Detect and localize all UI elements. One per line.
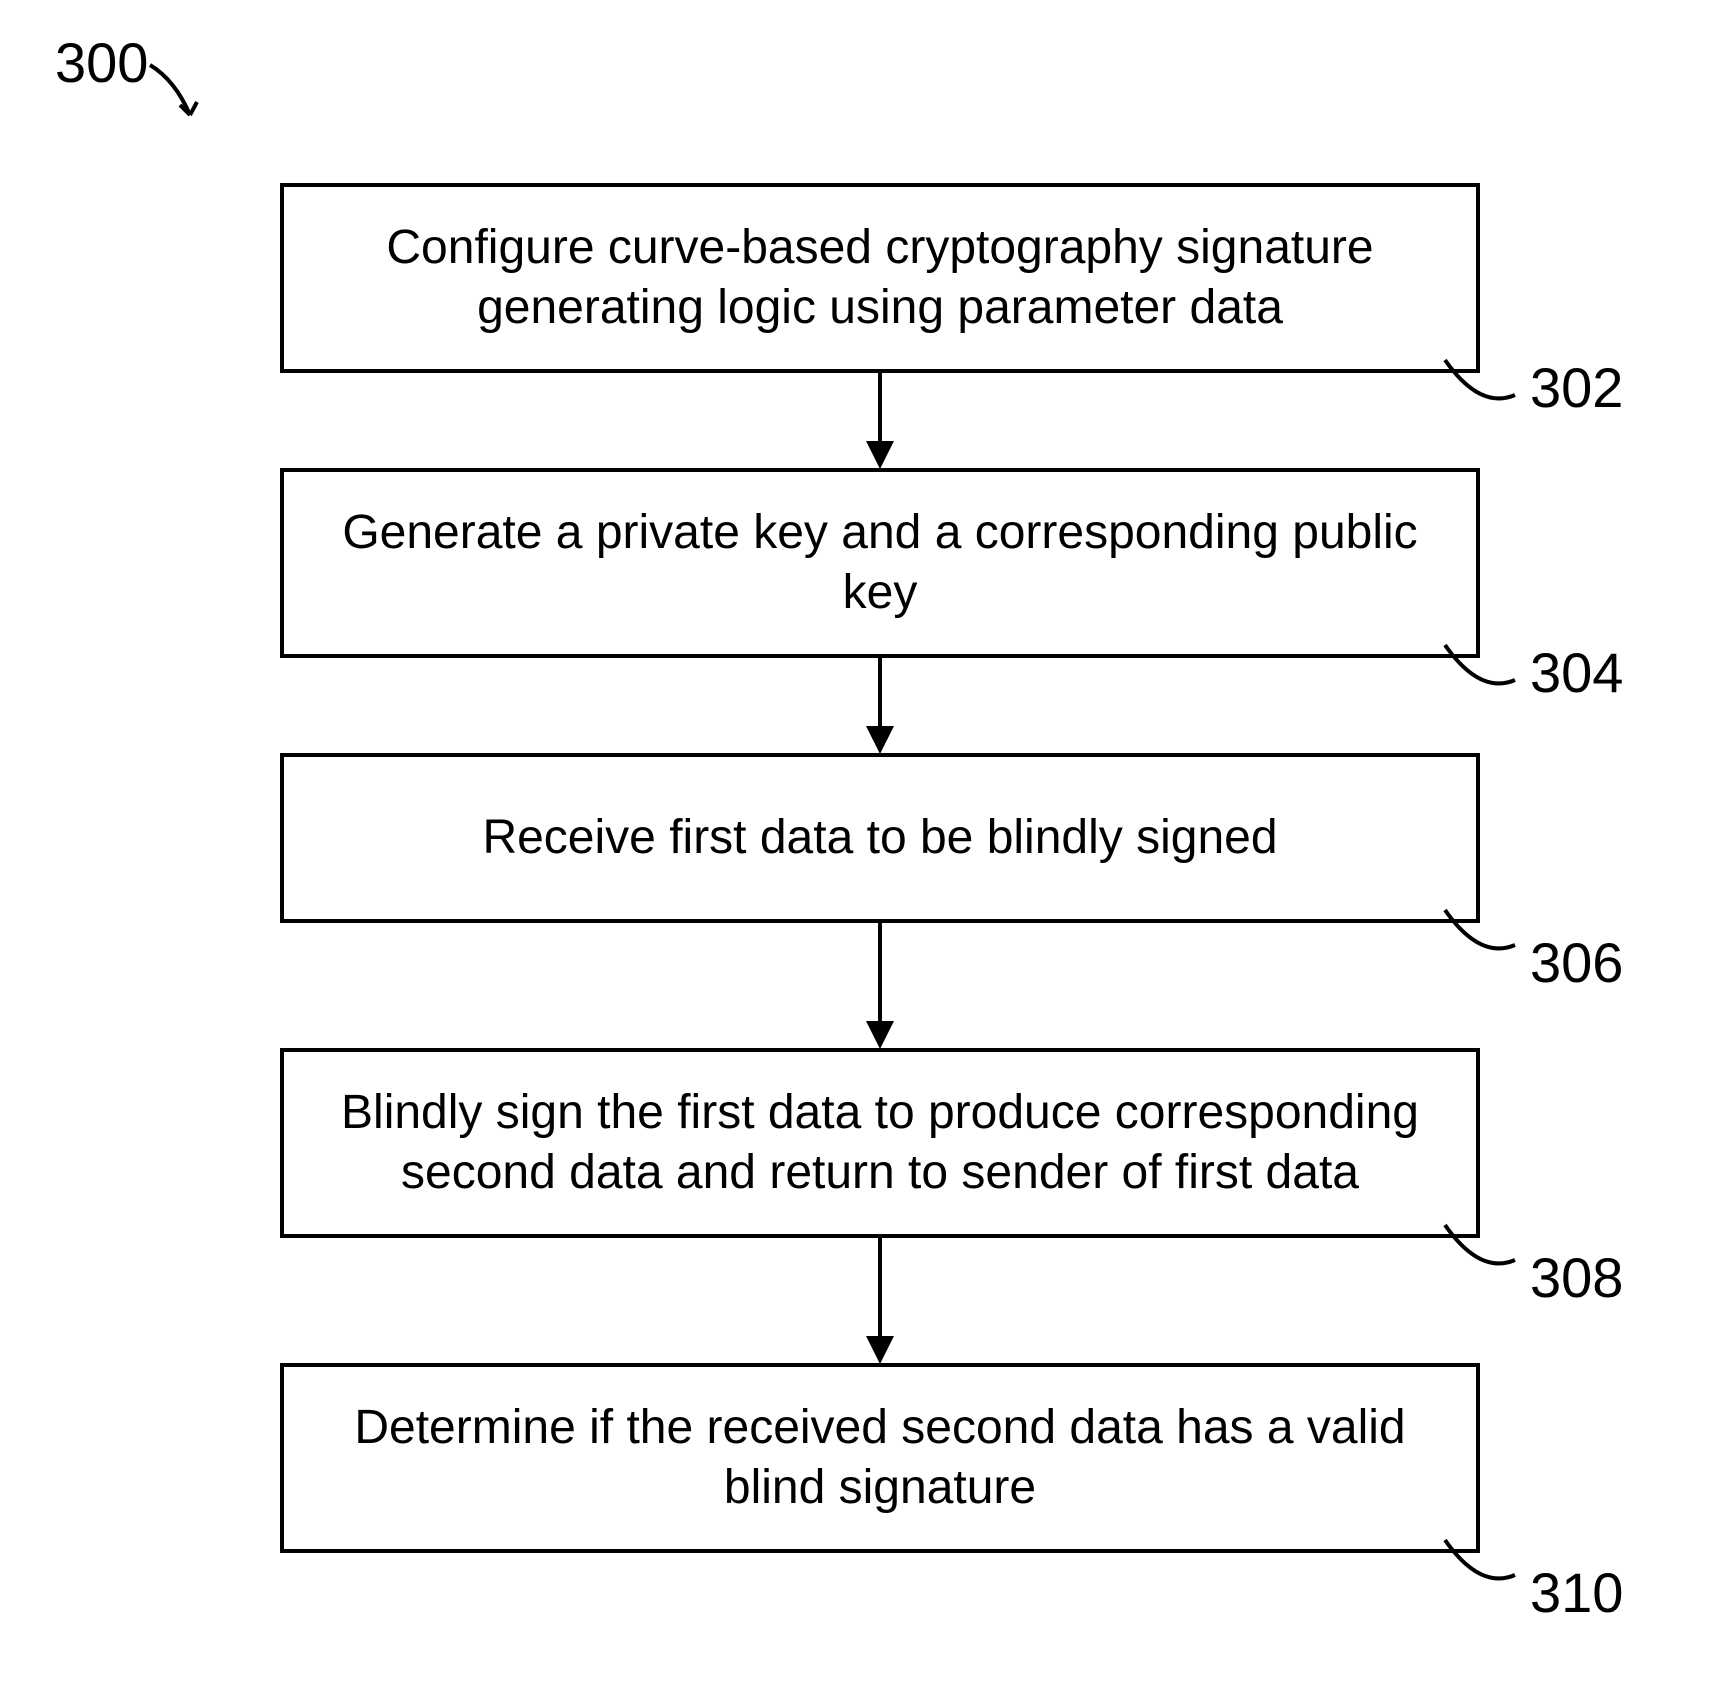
arrow-head-icon xyxy=(866,726,894,754)
flow-step-text: Determine if the received second data ha… xyxy=(324,1398,1436,1518)
flow-step-configure: Configure curve-based cryptography signa… xyxy=(280,183,1480,373)
callout-curve-icon xyxy=(1440,355,1520,415)
callout-curve-icon xyxy=(1440,1535,1520,1595)
flow-step-receive-data: Receive first data to be blindly signed xyxy=(280,753,1480,923)
reference-arrow-icon xyxy=(145,60,205,130)
diagram-ref-number: 300 xyxy=(55,30,148,95)
step-ref-number: 308 xyxy=(1530,1245,1623,1310)
flow-step-blind-sign: Blindly sign the first data to produce c… xyxy=(280,1048,1480,1238)
step-ref-number: 310 xyxy=(1530,1560,1623,1625)
callout-curve-icon xyxy=(1440,905,1520,965)
arrow-head-icon xyxy=(866,441,894,469)
step-ref-number: 306 xyxy=(1530,930,1623,995)
flow-step-text: Blindly sign the first data to produce c… xyxy=(324,1083,1436,1203)
arrow-head-icon xyxy=(866,1021,894,1049)
flow-step-text: Generate a private key and a correspondi… xyxy=(324,503,1436,623)
flow-arrow xyxy=(878,373,882,443)
step-ref-number: 302 xyxy=(1530,355,1623,420)
callout-curve-icon xyxy=(1440,1220,1520,1280)
flow-arrow xyxy=(878,923,882,1023)
flow-step-text: Configure curve-based cryptography signa… xyxy=(324,218,1436,338)
flow-arrow xyxy=(878,658,882,728)
arrow-head-icon xyxy=(866,1336,894,1364)
flow-step-text: Receive first data to be blindly signed xyxy=(482,808,1277,868)
callout-curve-icon xyxy=(1440,640,1520,700)
flow-step-generate-keys: Generate a private key and a correspondi… xyxy=(280,468,1480,658)
flow-step-determine-valid: Determine if the received second data ha… xyxy=(280,1363,1480,1553)
flow-arrow xyxy=(878,1238,882,1338)
step-ref-number: 304 xyxy=(1530,640,1623,705)
